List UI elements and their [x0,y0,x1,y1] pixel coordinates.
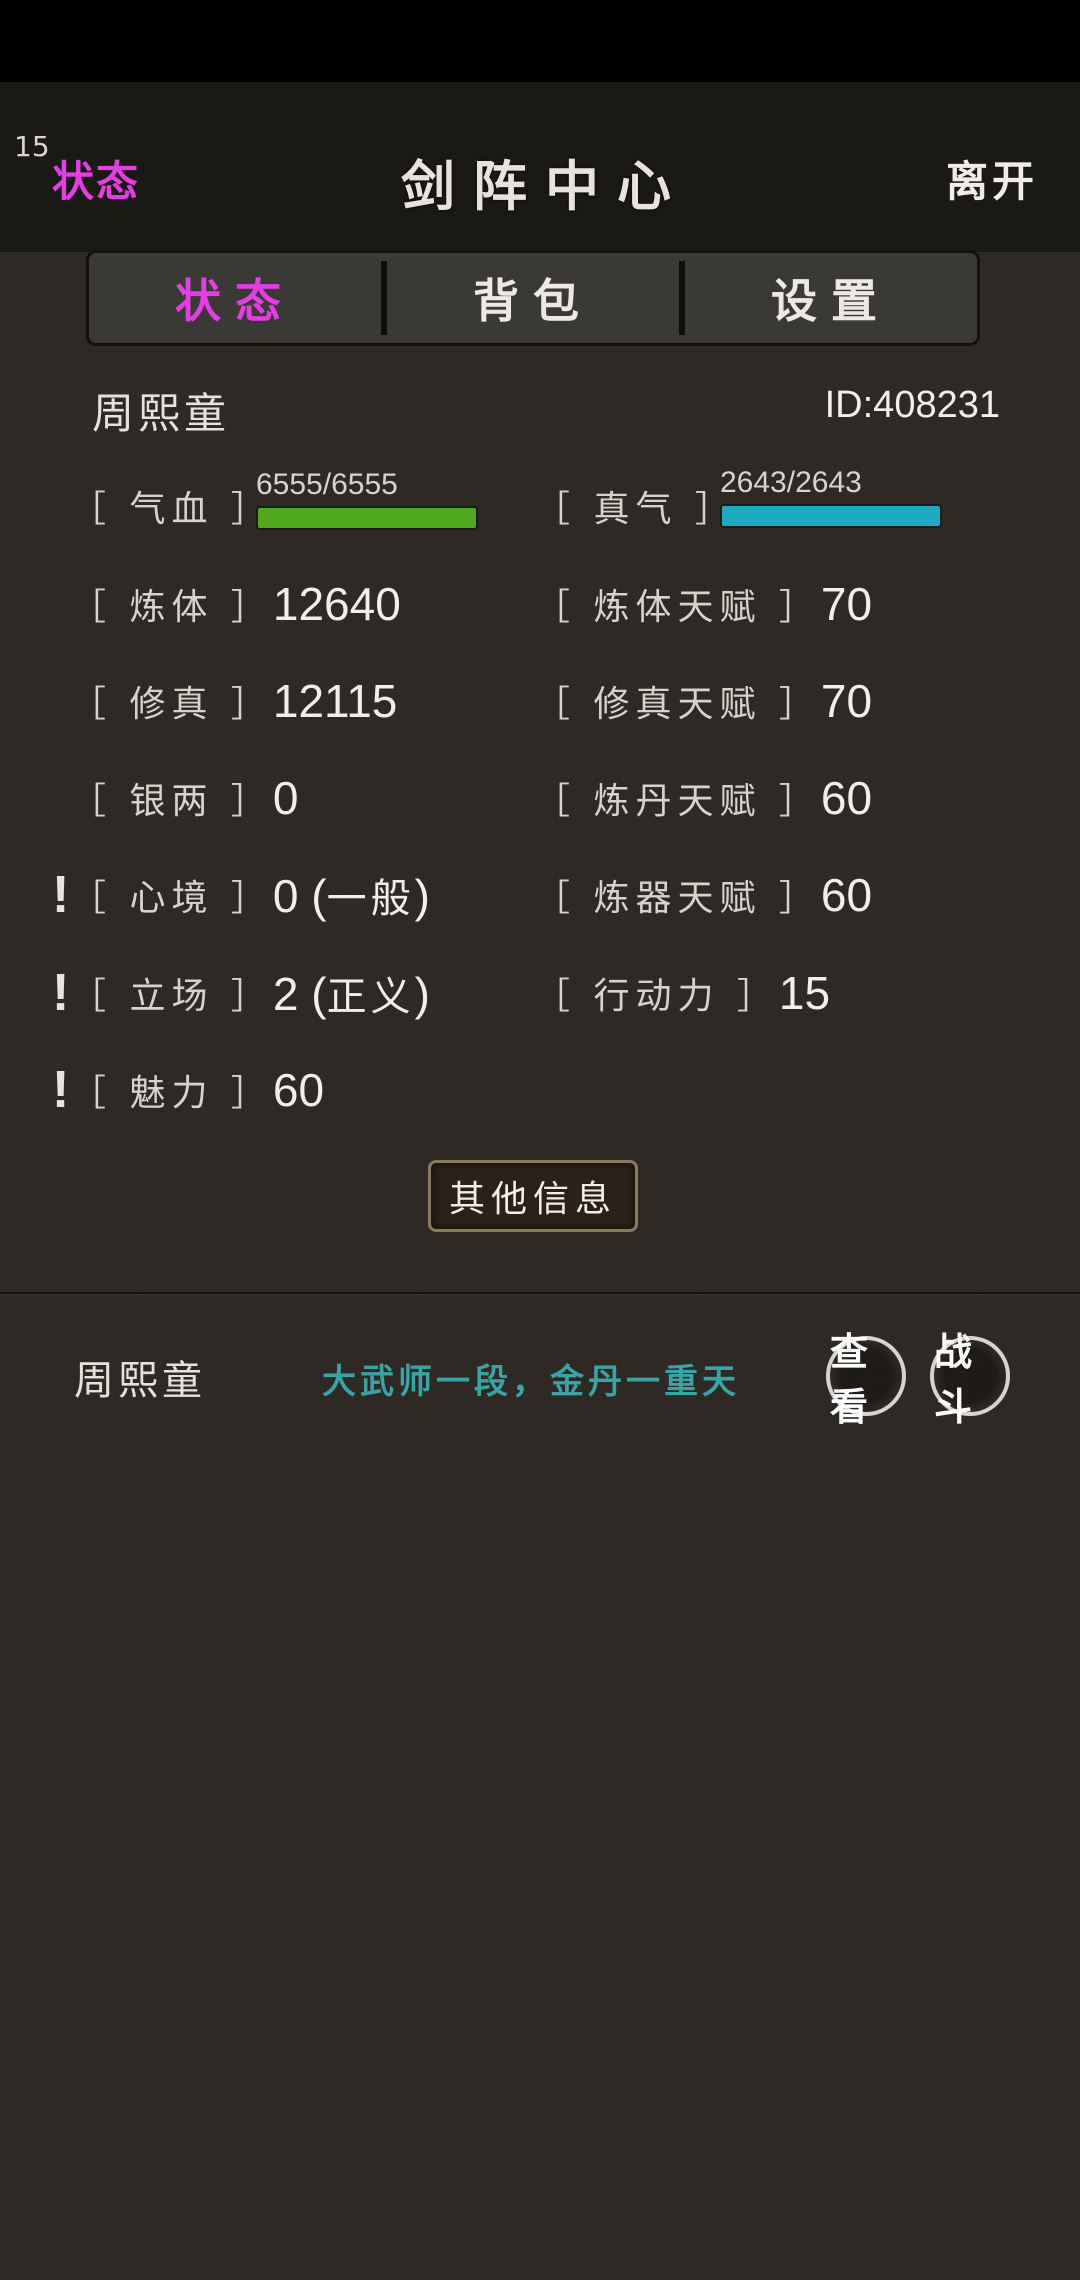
stat-note: 一般 [326,876,415,922]
stat-forging-talent: ［ 炼器天赋 ］ 60 [534,865,872,925]
stat-value: 12115 [272,675,398,727]
stat-value: 70 [820,675,873,727]
stat-action-points: ［ 行动力 ］ 15 [534,963,830,1023]
stat-label: ［ 炼丹天赋 ］ [534,781,821,822]
stat-mp-label: ［ 真气 ］ [534,489,737,530]
stat-value: 60 [820,772,873,824]
stat-number: 0 ( [272,870,327,922]
tab-settings[interactable]: 设置 [685,253,977,343]
stat-label: ［ 修真天赋 ］ [534,684,821,725]
player-id: ID:408231 [824,384,1000,426]
stat-cultivation: ［ 修真 ］ 12115 [70,671,397,731]
other-info-button[interactable]: 其他信息 [428,1160,638,1232]
stance-alert-icon[interactable]: ! [52,963,69,1023]
stat-charm: ［ 魅力 ］ 60 [70,1060,324,1120]
page-title: 剑阵中心 [401,154,689,218]
system-status-bar [0,0,1080,82]
hp-bar [256,506,478,530]
stat-value: 70 [820,578,873,630]
mp-bar-group: 2643/2643 [720,468,942,528]
tab-bag[interactable]: 背包 [387,253,679,343]
stat-value: 12640 [272,578,401,630]
stat-mood: ［ 心境 ］ 0 (一般) [70,865,430,925]
list-player-rank: 大武师一段，金丹一重天 [322,1362,740,1402]
stat-mp-label-row: ［ 真气 ］ [534,476,737,536]
player-name: 周熙童 [92,389,231,438]
hp-value: 6555/6555 [256,468,398,501]
mp-bar [720,504,942,528]
stat-body: ［ 炼体 ］ 12640 [70,574,401,634]
stat-value: 60 [820,869,873,921]
stat-suffix: ) [414,870,430,922]
stat-stance: ［ 立场 ］ 2 (正义) [70,963,430,1023]
list-item: 周熙童 大武师一段，金丹一重天 查看 战斗 [0,1329,1080,1429]
stat-alchemy-talent: ［ 炼丹天赋 ］ 60 [534,768,872,828]
stat-hp-label: ［ 气血 ］ [70,489,273,530]
mood-alert-icon[interactable]: ! [52,865,69,925]
stat-value: 15 [778,967,831,1019]
stat-label: ［ 魅力 ］ [70,1073,273,1114]
stat-value: 0 (一般) [273,866,430,924]
tab-bar: 状态 背包 设置 [86,250,980,346]
stat-body-talent: ［ 炼体天赋 ］ 70 [534,574,872,634]
stat-suffix: ) [414,968,430,1020]
hp-bar-group: 6555/6555 [256,470,478,530]
mp-value: 2643/2643 [720,466,862,499]
fight-button[interactable]: 战斗 [930,1329,1010,1429]
stat-value: 60 [272,1064,325,1116]
status-header-button[interactable]: 状态 [52,148,140,209]
stat-cultivation-talent: ［ 修真天赋 ］ 70 [534,671,872,731]
stat-value: 0 [272,772,299,824]
leave-button[interactable]: 离开 [946,148,1038,209]
hp-bar-fill [258,508,476,528]
section-divider [0,1292,1080,1294]
tab-status[interactable]: 状态 [89,253,381,343]
stat-label: ［ 心境 ］ [70,878,273,919]
stat-label: ［ 炼体 ］ [70,587,273,628]
charm-alert-icon[interactable]: ! [52,1060,69,1120]
view-button[interactable]: 查看 [826,1329,906,1429]
stat-label: ［ 炼体天赋 ］ [534,587,821,628]
stat-label: ［ 行动力 ］ [534,976,779,1017]
stat-note: 正义 [326,974,415,1020]
stat-hp-label-row: ［ 气血 ］ [70,476,273,536]
stat-label: ［ 修真 ］ [70,684,273,725]
stat-silver: ［ 银两 ］ 0 [70,768,298,828]
list-player-name: 周熙童 [74,1358,206,1404]
level-number: 15 [14,130,50,163]
stat-label: ［ 银两 ］ [70,781,273,822]
stat-label: ［ 立场 ］ [70,976,273,1017]
mp-bar-fill [722,506,940,526]
stat-label: ［ 炼器天赋 ］ [534,878,821,919]
stat-value: 2 (正义) [273,964,430,1022]
stat-number: 2 ( [272,968,327,1020]
